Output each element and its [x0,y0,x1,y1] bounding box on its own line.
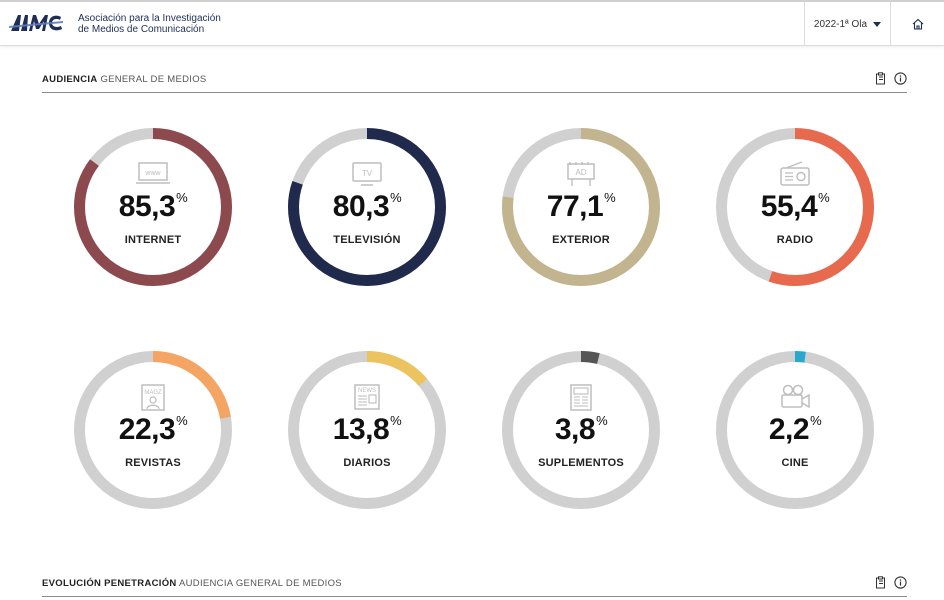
gauge-revistas[interactable]: MAGZ 22,3% REVISTAS [74,351,232,509]
gauge-value-number: 2,2 [768,413,810,446]
home-button[interactable] [890,2,944,46]
gauge-value-number: 55,4 [760,190,818,223]
percent-sign: % [596,413,608,428]
section-title-2-light: AUDIENCIA GENERAL DE MEDIOS [178,578,342,589]
info-icon [893,71,907,85]
gauge-value-number: 3,8 [554,413,596,446]
gauge-cine[interactable]: 2,2% CINE [716,351,874,509]
gauge-value: 55,4% [716,190,874,224]
percent-sign: % [390,413,402,428]
wave-dropdown-value: 2022-1ª Ola [813,18,868,30]
percent-sign: % [810,413,822,428]
section-title: AUDIENCIA GENERAL DE MEDIOS [42,74,207,85]
gauge-value: 77,1% [502,190,660,224]
gauge-value: 13,8% [288,413,446,447]
percent-sign: % [176,190,188,205]
wave-dropdown[interactable]: 2022-1ª Ola [804,2,890,46]
chevron-down-icon [873,21,882,27]
tv-icon: TV [352,162,382,186]
gauge-label: EXTERIOR [552,234,610,246]
gauge-radio[interactable]: 55,4% RADIO [716,128,874,286]
info-icon [893,575,907,589]
billboard-icon: AD [567,162,595,186]
svg-text:MAGZ: MAGZ [144,390,162,396]
percent-sign: % [176,413,188,428]
section-title-2: EVOLUCIÓN PENETRACIÓN AUDIENCIA GENERAL … [42,578,342,589]
section-title-2-bold: EVOLUCIÓN PENETRACIÓN [42,578,177,589]
percent-sign: % [818,190,830,205]
www-icon: www [136,162,170,184]
section-heading-evolucion: EVOLUCIÓN PENETRACIÓN AUDIENCIA GENERAL … [42,575,907,597]
gauge-label: SUPLEMENTOS [538,457,624,469]
gauge-label: RADIO [776,234,814,246]
info-button[interactable] [893,71,907,85]
gauge-value-number: 80,3 [332,190,390,223]
newspaper-icon: NEWS [354,384,380,410]
svg-text:www: www [144,170,161,177]
section-title-light: GENERAL DE MEDIOS [100,74,207,85]
gauge-exterior[interactable]: AD 77,1% EXTERIOR [502,128,660,286]
gauge-value: 85,3% [74,190,232,224]
gauge-televisión[interactable]: TV 80,3% TELEVISIÓN [288,128,446,286]
section-heading-audiencia: AUDIENCIA GENERAL DE MEDIOS [42,71,907,93]
svg-text:NEWS: NEWS [358,388,376,394]
gauge-internet[interactable]: www 85,3% INTERNET [74,128,232,286]
clipboard-icon [876,71,885,84]
copy-button[interactable] [874,71,888,85]
cinema-camera-icon [781,384,810,409]
org-name-line1: Asociación para la Investigación [78,13,221,24]
gauge-value: 3,8% [502,413,660,447]
percent-sign: % [604,190,616,205]
organization-name: Asociación para la Investigación de Medi… [78,13,221,35]
supplement-icon [570,384,592,411]
org-name-line2: de Medios de Comunicación [78,24,205,35]
info-button-2[interactable] [893,575,907,589]
gauge-label: CINE [781,457,809,469]
magazine-icon: MAGZ [141,384,165,411]
svg-text:TV: TV [362,169,373,178]
gauge-diarios[interactable]: NEWS 13,8% DIARIOS [288,351,446,509]
home-icon [912,18,923,30]
gauge-label: INTERNET [124,234,182,246]
gauge-value: 80,3% [288,190,446,224]
section-title-bold: AUDIENCIA [42,74,98,85]
gauge-label: REVISTAS [125,457,181,469]
gauge-value: 2,2% [716,413,874,447]
gauge-label: DIARIOS [343,457,391,469]
gauge-value: 22,3% [74,413,232,447]
gauge-value-number: 13,8 [332,413,390,446]
svg-text:AD: AD [575,168,586,177]
gauge-value-number: 85,3 [118,190,176,223]
radio-icon [780,161,810,186]
top-header: Asociación para la Investigación de Medi… [0,0,944,46]
copy-button-2[interactable] [874,575,888,589]
gauge-value-number: 77,1 [546,190,604,223]
percent-sign: % [390,190,402,205]
gauge-label: TELEVISIÓN [333,234,401,246]
clipboard-icon [876,575,885,588]
gauge-value-number: 22,3 [118,413,176,446]
aimc-logo[interactable] [9,12,65,34]
gauge-suplementos[interactable]: 3,8% SUPLEMENTOS [502,351,660,509]
